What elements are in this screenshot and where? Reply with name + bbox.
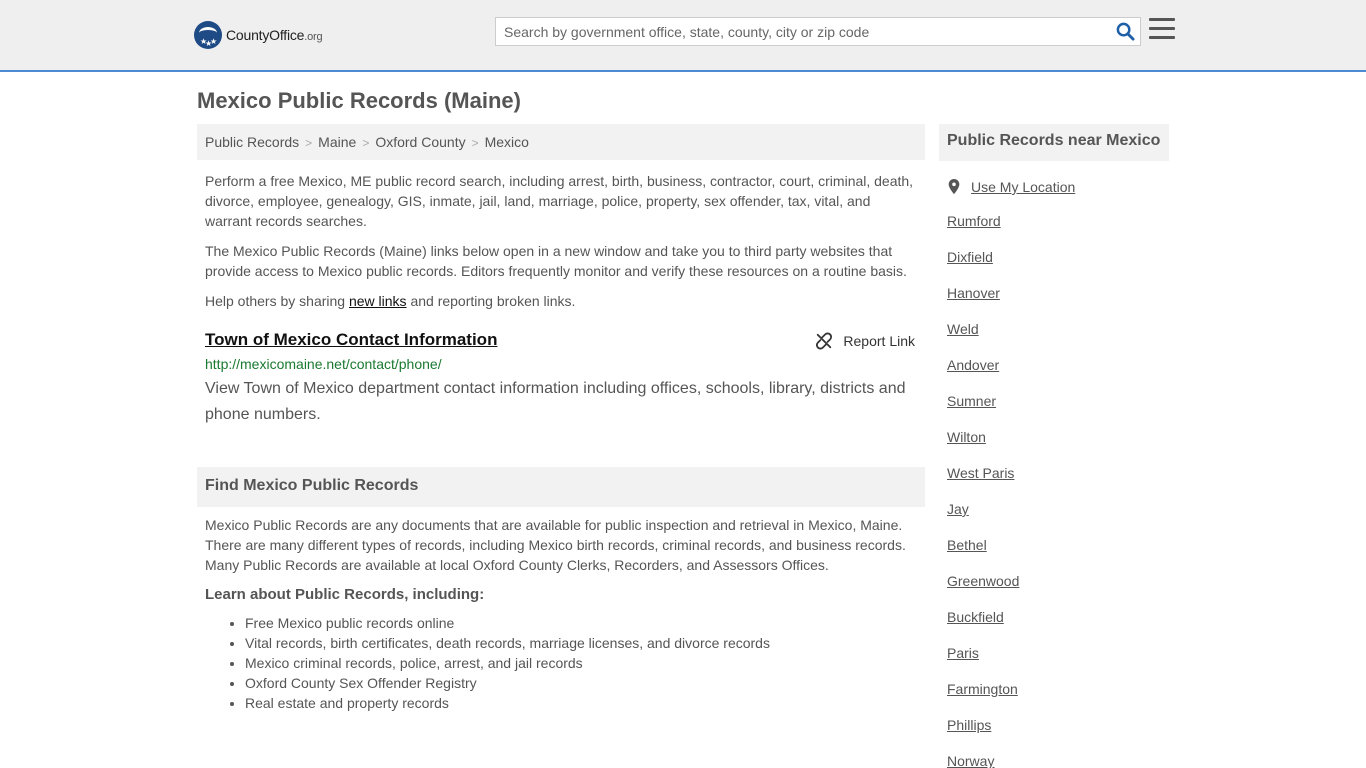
- new-links-link[interactable]: new links: [349, 293, 407, 309]
- report-link-button[interactable]: Report Link: [815, 332, 915, 350]
- breadcrumb-public-records[interactable]: Public Records: [205, 134, 299, 150]
- nearby-city-link[interactable]: Hanover: [947, 285, 1167, 305]
- map-pin-icon: [948, 179, 960, 195]
- breadcrumb-separator: >: [362, 136, 370, 150]
- intro-paragraph: Perform a free Mexico, ME public record …: [205, 173, 914, 229]
- intro-section: Perform a free Mexico, ME public record …: [205, 171, 920, 321]
- breadcrumb-separator: >: [305, 136, 313, 150]
- listing-url: http://mexicomaine.net/contact/phone/: [205, 356, 442, 372]
- breadcrumb-separator: >: [471, 136, 479, 150]
- breadcrumb-oxford-county[interactable]: Oxford County: [375, 134, 465, 150]
- nearby-city-link[interactable]: Buckfield: [947, 609, 1167, 629]
- nearby-city-link[interactable]: Farmington: [947, 681, 1167, 701]
- breadcrumb-mexico[interactable]: Mexico: [485, 134, 529, 150]
- nearby-city-link[interactable]: Sumner: [947, 393, 1167, 413]
- nearby-city-link[interactable]: Bethel: [947, 537, 1167, 557]
- nearby-city-link[interactable]: Andover: [947, 357, 1167, 377]
- nearby-city-link[interactable]: Norway: [947, 753, 1167, 768]
- use-my-location-link[interactable]: Use My Location: [971, 179, 1075, 195]
- sidebar-heading: Public Records near Mexico: [939, 124, 1169, 161]
- site-header: ★ ★ ★ CountyOffice.org: [0, 0, 1366, 72]
- learn-heading: Learn about Public Records, including:: [205, 586, 485, 603]
- nearby-city-link[interactable]: Dixfield: [947, 249, 1167, 269]
- eagle-logo-icon: ★ ★ ★: [194, 21, 222, 49]
- nearby-city-link[interactable]: Greenwood: [947, 573, 1167, 593]
- search-bar: [495, 17, 1141, 46]
- list-item: Free Mexico public records online: [245, 613, 920, 633]
- share-paragraph: Help others by sharing new links and rep…: [205, 293, 576, 309]
- hamburger-menu-button[interactable]: [1149, 18, 1175, 42]
- learn-list: Free Mexico public records online Vital …: [205, 613, 920, 713]
- nearby-city-link[interactable]: Wilton: [947, 429, 1167, 449]
- report-link-label: Report Link: [843, 333, 915, 349]
- search-input[interactable]: [496, 18, 1110, 45]
- list-item: Vital records, birth certificates, death…: [245, 633, 920, 653]
- nearby-city-link[interactable]: Jay: [947, 501, 1167, 521]
- list-item: Real estate and property records: [245, 693, 920, 713]
- nearby-city-link[interactable]: Phillips: [947, 717, 1167, 737]
- nearby-list: Use My Location Rumford Dixfield Hanover…: [947, 177, 1167, 768]
- resource-listing: Town of Mexico Contact Information Repor…: [205, 330, 920, 428]
- page-title: Mexico Public Records (Maine): [197, 88, 521, 113]
- list-item: Oxford County Sex Offender Registry: [245, 673, 920, 693]
- search-icon: [1116, 22, 1135, 41]
- nearby-city-link[interactable]: Rumford: [947, 213, 1167, 233]
- nearby-city-link[interactable]: Paris: [947, 645, 1167, 665]
- find-section-heading: Find Mexico Public Records: [197, 467, 925, 507]
- list-item: Mexico criminal records, police, arrest,…: [245, 653, 920, 673]
- listing-title-link[interactable]: Town of Mexico Contact Information: [205, 330, 497, 349]
- use-location-row: Use My Location: [947, 177, 1167, 197]
- nearby-city-link[interactable]: Weld: [947, 321, 1167, 341]
- logo-text: CountyOffice.org: [226, 27, 323, 43]
- listing-description: View Town of Mexico department contact i…: [205, 380, 906, 423]
- search-button[interactable]: [1110, 18, 1140, 45]
- find-paragraph: Mexico Public Records are any documents …: [205, 517, 906, 573]
- breadcrumb: Public Records > Maine > Oxford County > Mexic…: [197, 124, 925, 160]
- breadcrumb-maine[interactable]: Maine: [318, 134, 356, 150]
- nearby-city-link[interactable]: West Paris: [947, 465, 1167, 485]
- broken-link-icon: [816, 332, 833, 350]
- find-section: Mexico Public Records are any documents …: [205, 515, 920, 713]
- intro-paragraph: The Mexico Public Records (Maine) links …: [205, 243, 907, 279]
- site-logo[interactable]: ★ ★ ★ CountyOffice.org: [194, 20, 323, 50]
